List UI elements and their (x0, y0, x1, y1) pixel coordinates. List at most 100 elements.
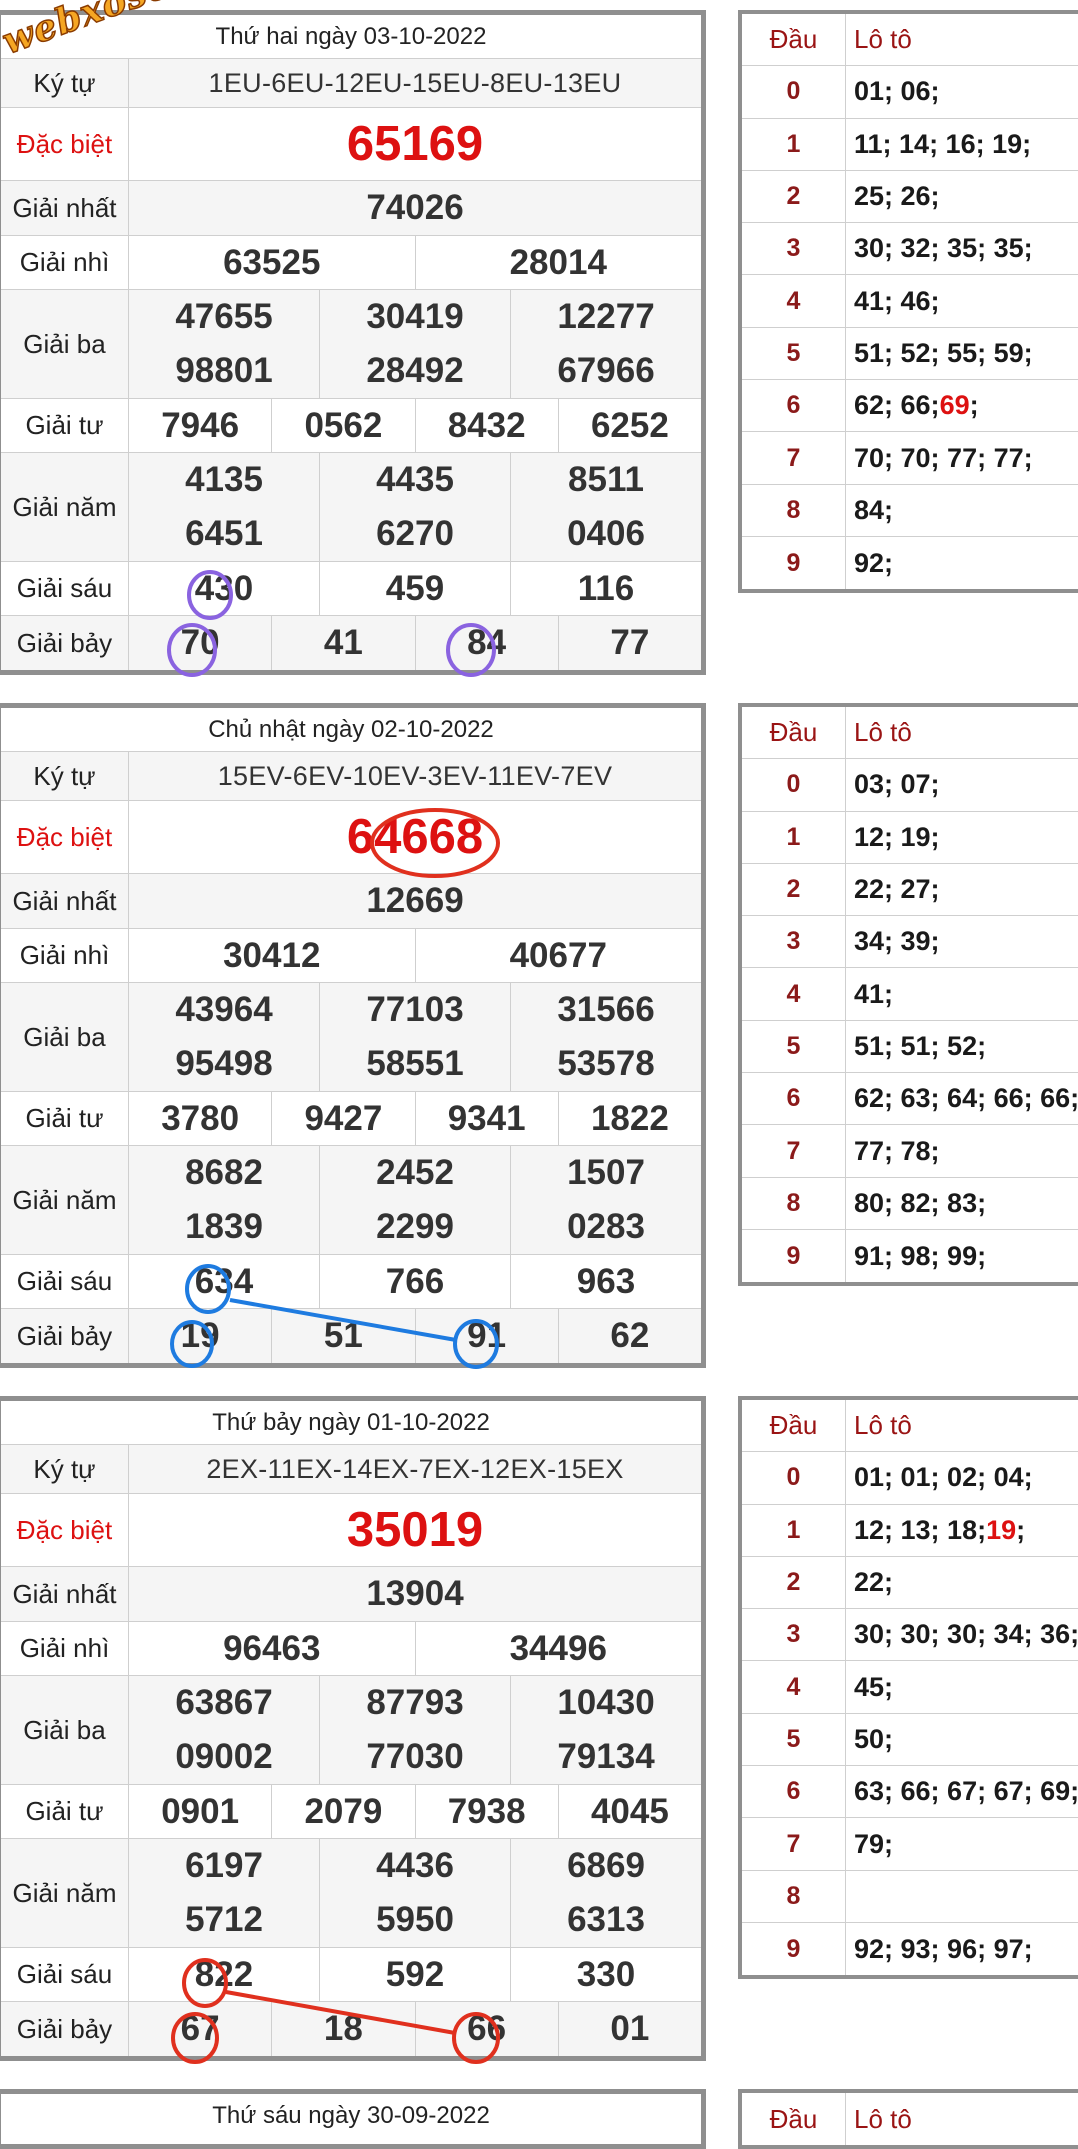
value-fourth: 3780 9427 9341 1822 (129, 1092, 701, 1146)
fifth-number: 1507 (510, 1146, 701, 1200)
results-table: Thứ hai ngày 03-10-2022 Ký tự 1EU-6EU-12EU… (0, 10, 706, 675)
fifth-number: 0406 (510, 507, 701, 561)
fifth-line: 6451 6270 0406 (129, 507, 701, 561)
value-code: 2EX-11EX-14EX-7EX-12EX-15EX (129, 1445, 701, 1493)
loto-header-loto: Lô tô (854, 2103, 912, 2134)
fifth-line: 6197 4436 6869 (129, 1839, 701, 1893)
loto-row: 8 80; 82; 83; (742, 1177, 1078, 1230)
loto-values-text: 45; (854, 1671, 894, 1702)
loto-values-text: 30; 32; 35; 35; (854, 233, 1033, 264)
loto-values-text: 01; 01; 02; 04; (854, 1462, 1033, 1493)
draw-date: Thứ bảy ngày 01-10-2022 (212, 1408, 490, 1436)
sixth-number: 116 (510, 562, 701, 616)
value-fifth: 8682 2452 1507 1839 2299 0283 (129, 1146, 701, 1254)
fifth-line: 1839 2299 0283 (129, 1200, 701, 1254)
value-sixth: 430 459 116 (129, 562, 701, 616)
label-second: Giải nhì (1, 1622, 129, 1675)
loto-row: 2 25; 26; (742, 170, 1078, 224)
row-fifth: Giải năm 8682 2452 1507 1839 2299 0283 (1, 1146, 701, 1255)
loto-row: 0 01; 06; (742, 66, 1078, 119)
value-third: 47655 30419 12277 98801 28492 67966 (129, 290, 701, 398)
loto-values: 92; (846, 537, 1078, 589)
second-line: 30412 40677 (129, 929, 701, 983)
seventh-number: 77 (557, 616, 701, 670)
loto-header-dau: Đầu (742, 707, 846, 759)
special-prize-number: 65169 (346, 117, 484, 171)
row-seventh: Giải bảy 19 51 91 62 (1, 1309, 701, 1363)
row-sixth: Giải sáu 634 766 963 (1, 1255, 701, 1309)
label-first: Giải nhất (1, 874, 129, 928)
draw-date: Thứ sáu ngày 30-09-2022 (212, 2102, 490, 2129)
loto-values-text: 11; 14; 16; 19; (854, 128, 1032, 159)
loto-values (846, 1871, 1078, 1922)
third-number: 28492 (319, 344, 510, 398)
fourth-line: 3780 9427 9341 1822 (129, 1092, 701, 1146)
fifth-number: 8511 (510, 453, 701, 507)
value-third: 43964 77103 31566 95498 58551 53578 (129, 983, 701, 1091)
loto-head-digit: 3 (742, 1609, 846, 1661)
loto-head-digit: 2 (742, 863, 846, 916)
loto-values: 63; 66; 67; 67; 69; (846, 1766, 1078, 1817)
fifth-number: 6197 (185, 1846, 263, 1885)
loto-row: 1 12; 13; 18; 19; (742, 1504, 1078, 1557)
loto-values: 01; 01; 02; 04; (846, 1452, 1078, 1503)
loto-row: 8 (742, 1870, 1078, 1923)
third-number: 87793 (319, 1676, 510, 1730)
row-second: Giải nhì 30412 40677 (1, 929, 701, 983)
loto-values: 51; 51; 52; (846, 1021, 1078, 1072)
first-prize-number: 12669 (366, 881, 464, 920)
loto-header-loto: Lô tô (854, 1410, 912, 1441)
row-fifth: Giải năm 4135 4435 8511 6451 6270 0406 (1, 453, 701, 562)
loto-row: 1 12; 19; (742, 811, 1078, 864)
label-code: Ký tự (1, 752, 129, 800)
value-fifth: 4135 4435 8511 6451 6270 0406 (129, 453, 701, 561)
third-number: 67966 (510, 344, 701, 398)
fifth-line: 4135 4435 8511 (129, 453, 701, 507)
sixth-line: 634 766 963 (129, 1255, 701, 1309)
label-second: Giải nhì (1, 929, 129, 982)
loto-row: 6 63; 66; 67; 67; 69; (742, 1766, 1078, 1819)
label-fifth: Giải năm (1, 1146, 129, 1254)
loto-values-text: 12; 13; 18; (854, 1514, 987, 1545)
third-number: 77103 (319, 983, 510, 1037)
loto-values-text: 63; 66; 67; 67; 69; (854, 1776, 1078, 1807)
value-fourth: 7946 0562 8432 6252 (129, 399, 701, 453)
loto-header-loto: Lô tô (854, 24, 912, 55)
first-prize-number: 13904 (366, 1574, 464, 1613)
fifth-number: 4435 (319, 453, 510, 507)
label-special: Đặc biệt (1, 801, 129, 873)
fourth-number: 9427 (271, 1092, 414, 1146)
loto-values-text: 25; 26; (854, 181, 940, 212)
label-sixth: Giải sáu (1, 1948, 129, 2001)
sixth-number: 822 (194, 1955, 254, 1994)
row-code: Ký tự 15EV-6EV-10EV-3EV-11EV-7EV (1, 752, 701, 801)
loto-row: 5 51; 51; 52; (742, 1020, 1078, 1074)
sixth-number: 963 (510, 1255, 701, 1309)
label-first: Giải nhất (1, 1567, 129, 1621)
loto-values-text: 79; (854, 1828, 894, 1859)
loto-values: 70; 70; 77; 77; (846, 432, 1078, 483)
third-number: 58551 (319, 1037, 510, 1091)
third-number: 12277 (510, 290, 701, 344)
value-second: 63525 28014 (129, 236, 701, 290)
seventh-number: 66 (414, 2002, 558, 2056)
loto-header: Đầu Lô tô (742, 707, 1078, 760)
value-seventh: 70 41 84 77 (129, 616, 701, 670)
fifth-number: 2299 (319, 1200, 510, 1254)
loto-head-digit: 0 (742, 1452, 846, 1504)
row-third: Giải ba 43964 77103 31566 95498 58551 53578 (1, 983, 701, 1092)
loto-values: 22; (846, 1557, 1078, 1608)
row-first: Giải nhất 12669 (1, 874, 701, 929)
loto-table: Đầu Lô tô 0 03; 07; 1 12; 19; 2 22; 27; 3 34; 39;… (738, 703, 1078, 1287)
loto-values: 12; 13; 18; 19; (846, 1505, 1078, 1556)
fifth-number: 4436 (319, 1839, 510, 1893)
third-line: 63867 87793 10430 (129, 1676, 701, 1730)
loto-values: 79; (846, 1818, 1078, 1869)
fourth-number: 4045 (557, 1785, 701, 1839)
fourth-number: 7946 (161, 406, 240, 445)
loto-row: 2 22; 27; (742, 863, 1078, 917)
second-number: 63525 (223, 243, 321, 282)
value-first: 13904 (129, 1567, 701, 1621)
seventh-number: 70 (180, 623, 220, 662)
loto-head-digit: 8 (742, 1870, 846, 1922)
